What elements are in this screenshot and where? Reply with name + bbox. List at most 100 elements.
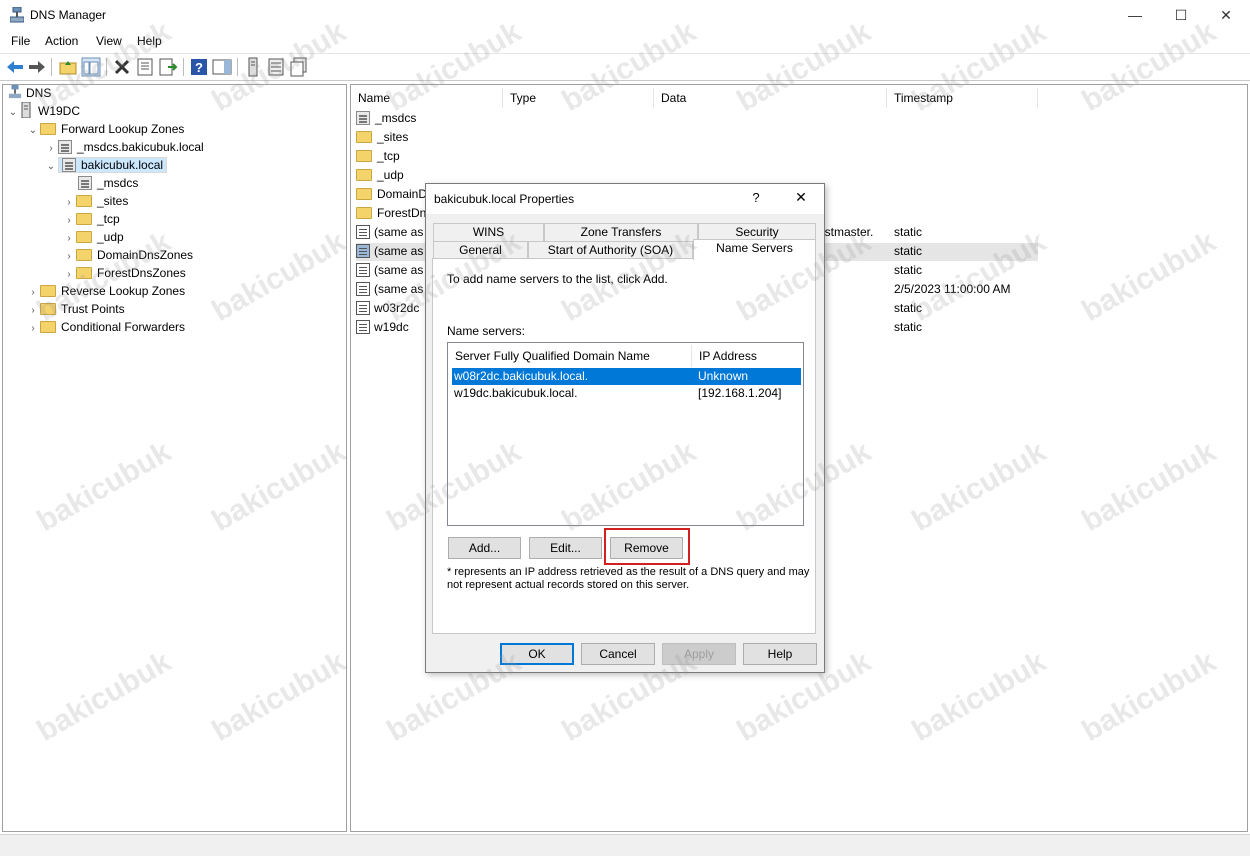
list-row-domaindnszones[interactable]: DomainD (356, 185, 427, 204)
record-icon (356, 263, 370, 277)
chevron-down-icon[interactable]: ⌄ (44, 158, 58, 176)
tree-node-forestdnszones[interactable]: › ForestDnsZones (62, 264, 186, 282)
show-hide-console-tree-icon[interactable] (81, 57, 101, 77)
tree-node-reverse-lookup-zones[interactable]: › Reverse Lookup Zones (26, 282, 185, 300)
row-name: _udp (377, 168, 404, 182)
list-row-w19dc[interactable]: w19dc (356, 318, 409, 337)
folder-icon (356, 150, 372, 162)
minimize-button[interactable]: — (1112, 0, 1158, 30)
tree-label: _msdcs (97, 176, 139, 190)
show-action-pane-icon[interactable] (212, 57, 232, 77)
menu-view[interactable]: View (96, 34, 122, 48)
properties-icon[interactable] (135, 57, 155, 77)
dialog-close-button[interactable]: ✕ (789, 189, 813, 209)
row-name: _tcp (377, 149, 400, 163)
ok-button[interactable]: OK (500, 643, 574, 665)
folder-icon (356, 188, 372, 200)
tree-node-conditional-forwarders[interactable]: › Conditional Forwarders (26, 318, 185, 336)
apply-button[interactable]: Apply (662, 643, 736, 665)
tree-label: Reverse Lookup Zones (61, 284, 186, 298)
tree-node-udp[interactable]: › _udp (62, 228, 123, 246)
column-header-ip-address[interactable]: IP Address (692, 345, 802, 367)
chevron-right-icon[interactable]: › (26, 320, 40, 338)
list-row-tcp[interactable]: _tcp (356, 147, 400, 166)
folder-icon (76, 249, 92, 261)
instruction-text: To add name servers to the list, click A… (447, 272, 668, 286)
list-row-udp[interactable]: _udp (356, 166, 404, 185)
toolbar-separator (237, 58, 238, 76)
menu-file[interactable]: File (11, 34, 30, 48)
tab-wins[interactable]: WINS (433, 223, 544, 241)
export-list-icon[interactable] (158, 57, 178, 77)
cancel-button[interactable]: Cancel (581, 643, 655, 665)
list-row-forestdnszones[interactable]: ForestDns (356, 204, 432, 223)
folder-icon (76, 267, 92, 279)
tree-node-forward-lookup-zones[interactable]: ⌄ Forward Lookup Zones (26, 120, 185, 140)
tab-start-of-authority[interactable]: Start of Authority (SOA) (528, 241, 693, 259)
tree-label: ForestDnsZones (97, 266, 186, 280)
fqdn-cell: w08r2dc.bakicubuk.local. (454, 369, 589, 383)
dns-manager-icon (10, 7, 24, 23)
list-row-ns[interactable]: (same as p (356, 242, 433, 261)
tree-node-domaindnszones[interactable]: › DomainDnsZones (62, 246, 193, 264)
tree-label: _tcp (97, 212, 120, 226)
chevron-down-icon[interactable]: ⌄ (6, 104, 20, 122)
row-name: _msdcs (375, 111, 417, 125)
column-header-type[interactable]: Type (503, 88, 654, 108)
list-row-sites[interactable]: _sites (356, 128, 408, 147)
folder-icon (40, 123, 56, 135)
record-list-icon[interactable] (266, 57, 286, 77)
delegation-icon (356, 111, 370, 125)
add-button[interactable]: Add... (448, 537, 521, 559)
help-icon[interactable]: ? (189, 57, 209, 77)
list-row-ns-2[interactable]: (same as p (356, 261, 433, 280)
tree-node-tcp[interactable]: › _tcp (62, 210, 120, 228)
close-window-button[interactable]: ✕ (1203, 0, 1249, 30)
delete-icon[interactable] (112, 57, 132, 77)
tree-label: Forward Lookup Zones (61, 122, 185, 136)
ip-cell: Unknown (698, 369, 749, 383)
records-icon[interactable] (289, 57, 309, 77)
list-row-msdcs[interactable]: _msdcs (356, 109, 416, 128)
cell-timestamp: static (894, 320, 923, 334)
tab-zone-transfers[interactable]: Zone Transfers (544, 223, 698, 241)
tree-label: Conditional Forwarders (61, 320, 186, 334)
back-arrow-icon[interactable] (5, 57, 25, 77)
list-row-w03r2dc[interactable]: w03r2dc (356, 299, 419, 318)
tree-node-server[interactable]: ⌄ W19DC (6, 101, 80, 122)
console-tree-pane[interactable] (2, 84, 347, 832)
column-header-fqdn[interactable]: Server Fully Qualified Domain Name (FQDN… (448, 345, 692, 385)
dialog-help-button[interactable]: ? (746, 190, 766, 208)
tree-node-bakicubuk-zone[interactable]: ⌄ bakicubuk.local (44, 156, 168, 176)
server-icon[interactable] (243, 57, 263, 77)
row-name: w03r2dc (374, 301, 420, 315)
name-server-row-selected[interactable]: w08r2dc.bakicubuk.local. Unknown (452, 368, 801, 385)
tree-node-msdcs-zone[interactable]: › _msdcs.bakicubuk.local (44, 138, 204, 156)
toolbar-separator (106, 58, 107, 76)
column-header-name[interactable]: Name (351, 88, 503, 108)
forward-arrow-icon[interactable] (27, 57, 47, 77)
edit-button[interactable]: Edit... (529, 537, 602, 559)
menu-bar (0, 30, 1250, 52)
tree-node-trust-points[interactable]: › Trust Points (26, 300, 124, 318)
dialog-title: bakicubuk.local Properties (434, 192, 575, 206)
tree-node-msdcs[interactable]: _msdcs (78, 174, 138, 192)
name-server-row[interactable]: w19dc.bakicubuk.local. [192.168.1.204] (452, 385, 801, 402)
column-header-timestamp[interactable]: Timestamp (887, 88, 1038, 108)
menu-help[interactable]: Help (137, 34, 162, 48)
up-folder-icon[interactable] (58, 57, 78, 77)
row-name: DomainD (377, 187, 428, 201)
chevron-down-icon[interactable]: ⌄ (26, 122, 40, 140)
tab-name-servers[interactable]: Name Servers (693, 239, 816, 260)
list-row-host[interactable]: (same as p (356, 280, 433, 299)
record-icon (356, 244, 370, 258)
help-button[interactable]: Help (743, 643, 817, 665)
list-row-soa[interactable]: (same as p (356, 223, 433, 242)
menu-action[interactable]: Action (45, 34, 78, 48)
tree-node-sites[interactable]: › _sites (62, 192, 128, 210)
tree-label: _msdcs.bakicubuk.local (77, 140, 204, 154)
tree-node-dns[interactable]: DNS (8, 84, 51, 102)
column-header-data[interactable]: Data (654, 88, 887, 108)
maximize-button[interactable]: ☐ (1158, 0, 1204, 30)
tab-general[interactable]: General (433, 241, 528, 259)
